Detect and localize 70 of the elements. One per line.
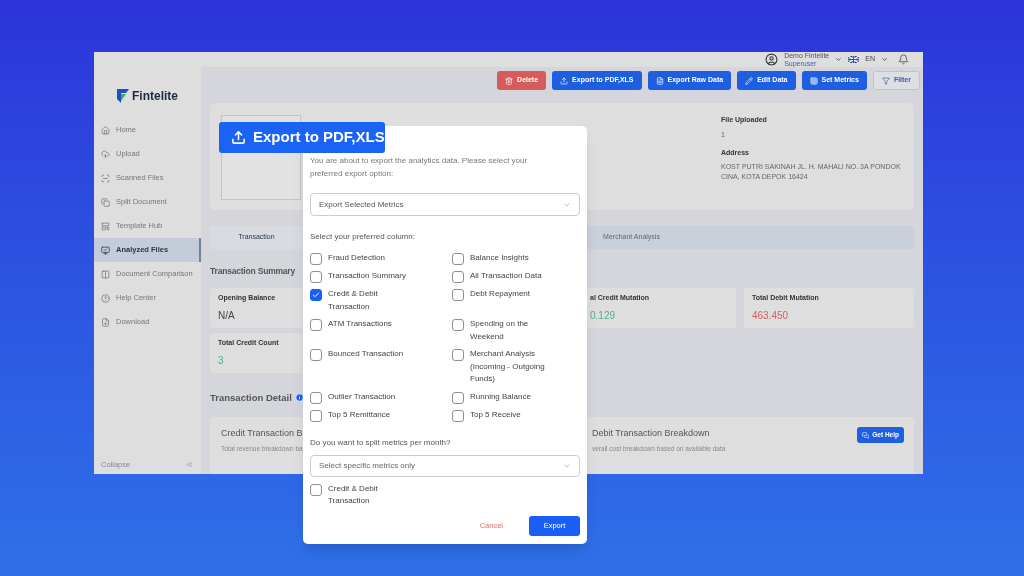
- card-value: N/A: [218, 308, 235, 323]
- column-option-label: Top 5 Remittance: [328, 408, 392, 421]
- check-icon: [312, 291, 320, 299]
- card-value: 3: [218, 353, 224, 368]
- column-option-label: ATM Transactions: [328, 318, 393, 330]
- section-title: Transaction Detail: [210, 390, 292, 405]
- sidebar-item-icon: [101, 149, 110, 159]
- logo-icon: [117, 89, 129, 103]
- logo-text: Fintelite: [132, 88, 178, 105]
- chat-icon: [862, 431, 870, 439]
- column-option-label: Bounced Transaction: [328, 348, 405, 360]
- sidebar-item-icon: [101, 245, 110, 255]
- dialog-intro: You are about to export the analytics data. Please select your preferred export option:: [310, 155, 529, 180]
- info-icon[interactable]: [294, 393, 304, 403]
- toolbar-button-icon: [560, 76, 569, 85]
- split-label: Do you want to split metrics per month?: [310, 436, 452, 449]
- notification-icon[interactable]: [898, 54, 909, 65]
- column-option-label: Top 5 Receive: [470, 408, 522, 421]
- column-option-label: Debt Repayment: [470, 288, 532, 300]
- checkbox[interactable]: [452, 289, 464, 301]
- card-value: 463.450: [752, 308, 789, 323]
- column-option-label: Merchant Analysis (Incoming - Outgoing Funds): [470, 348, 546, 385]
- card-value: 0.129: [590, 308, 616, 323]
- sidebar-item-icon: [101, 293, 110, 303]
- export-option-select[interactable]: Export Selected Metrics: [310, 193, 580, 216]
- sidebar-item-icon: [101, 125, 110, 135]
- avatar-icon: [765, 53, 779, 66]
- breakdown-title: Credit Transaction B: [221, 427, 303, 440]
- column-option-label: Credit & Debit Transaction: [328, 288, 379, 313]
- sidebar-item-icon: [101, 317, 110, 327]
- split-metrics-select[interactable]: Select specific metrics only: [310, 454, 580, 477]
- checkbox[interactable]: [310, 271, 322, 283]
- column-option-label: Fraud Detection: [328, 252, 386, 264]
- breakdown-title: Debit Transaction Breakdown: [592, 427, 711, 440]
- split-option-label: Credit & Debit Transaction: [328, 482, 379, 507]
- checkbox[interactable]: [452, 271, 464, 283]
- toolbar-button-icon: [505, 76, 514, 85]
- toolbar-button-icon: [745, 76, 754, 85]
- checkbox[interactable]: [310, 319, 322, 331]
- checkbox[interactable]: [310, 409, 322, 422]
- checkbox[interactable]: [452, 253, 464, 265]
- checkbox[interactable]: [310, 391, 322, 404]
- checkbox[interactable]: [310, 253, 322, 265]
- sidebar-item-icon: [101, 173, 110, 183]
- column-option-label: Running Balance: [470, 390, 532, 403]
- upload-icon: [231, 130, 246, 145]
- column-option-label: Spending on the Weekend: [470, 318, 530, 343]
- checkbox[interactable]: [452, 349, 464, 361]
- badge-text: Export to PDF,XLS: [253, 127, 385, 148]
- column-option-label: All Transaction Data: [470, 270, 543, 282]
- columns-label: Select your preferred column:: [310, 231, 416, 243]
- sidebar-item-icon: [101, 197, 110, 207]
- checkbox[interactable]: [452, 409, 464, 422]
- chevron-icon[interactable]: [835, 56, 843, 63]
- column-option-label: Balance Insights: [470, 252, 530, 264]
- checkbox[interactable]: [310, 349, 322, 361]
- column-option-label: Outlier Transaction: [328, 390, 397, 403]
- checkbox[interactable]: [310, 289, 322, 301]
- checkbox[interactable]: [452, 391, 464, 404]
- column-option-label: Transaction Summary: [328, 270, 407, 282]
- toolbar-button-icon: [881, 76, 890, 85]
- sidebar-item-icon: [101, 269, 110, 279]
- section-title: Transaction Summary: [210, 265, 295, 278]
- flag-icon: [848, 56, 860, 63]
- checkbox[interactable]: [310, 483, 322, 496]
- sidebar-item-icon: [101, 221, 110, 231]
- toolbar-button-icon: [655, 76, 664, 85]
- checkbox[interactable]: [452, 319, 464, 331]
- chevron-icon[interactable]: [881, 56, 888, 63]
- toolbar-button-icon: [809, 76, 818, 85]
